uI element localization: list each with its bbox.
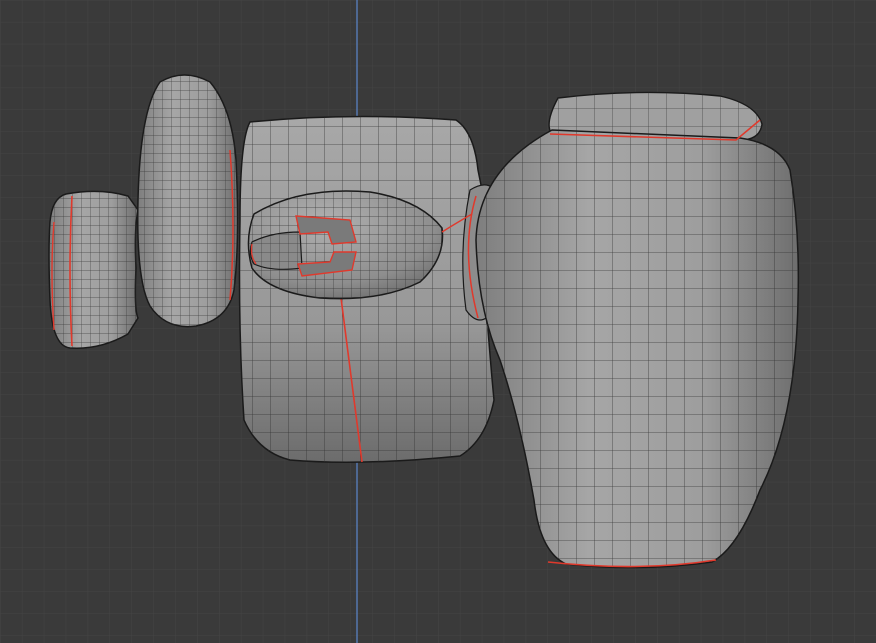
nozzle-mesh[interactable]	[247, 190, 444, 300]
viewport-canvas[interactable]	[0, 0, 876, 643]
knob-small-mesh[interactable]	[48, 190, 139, 349]
3d-viewport[interactable]	[0, 0, 876, 643]
knob-large-mesh[interactable]	[137, 74, 239, 328]
